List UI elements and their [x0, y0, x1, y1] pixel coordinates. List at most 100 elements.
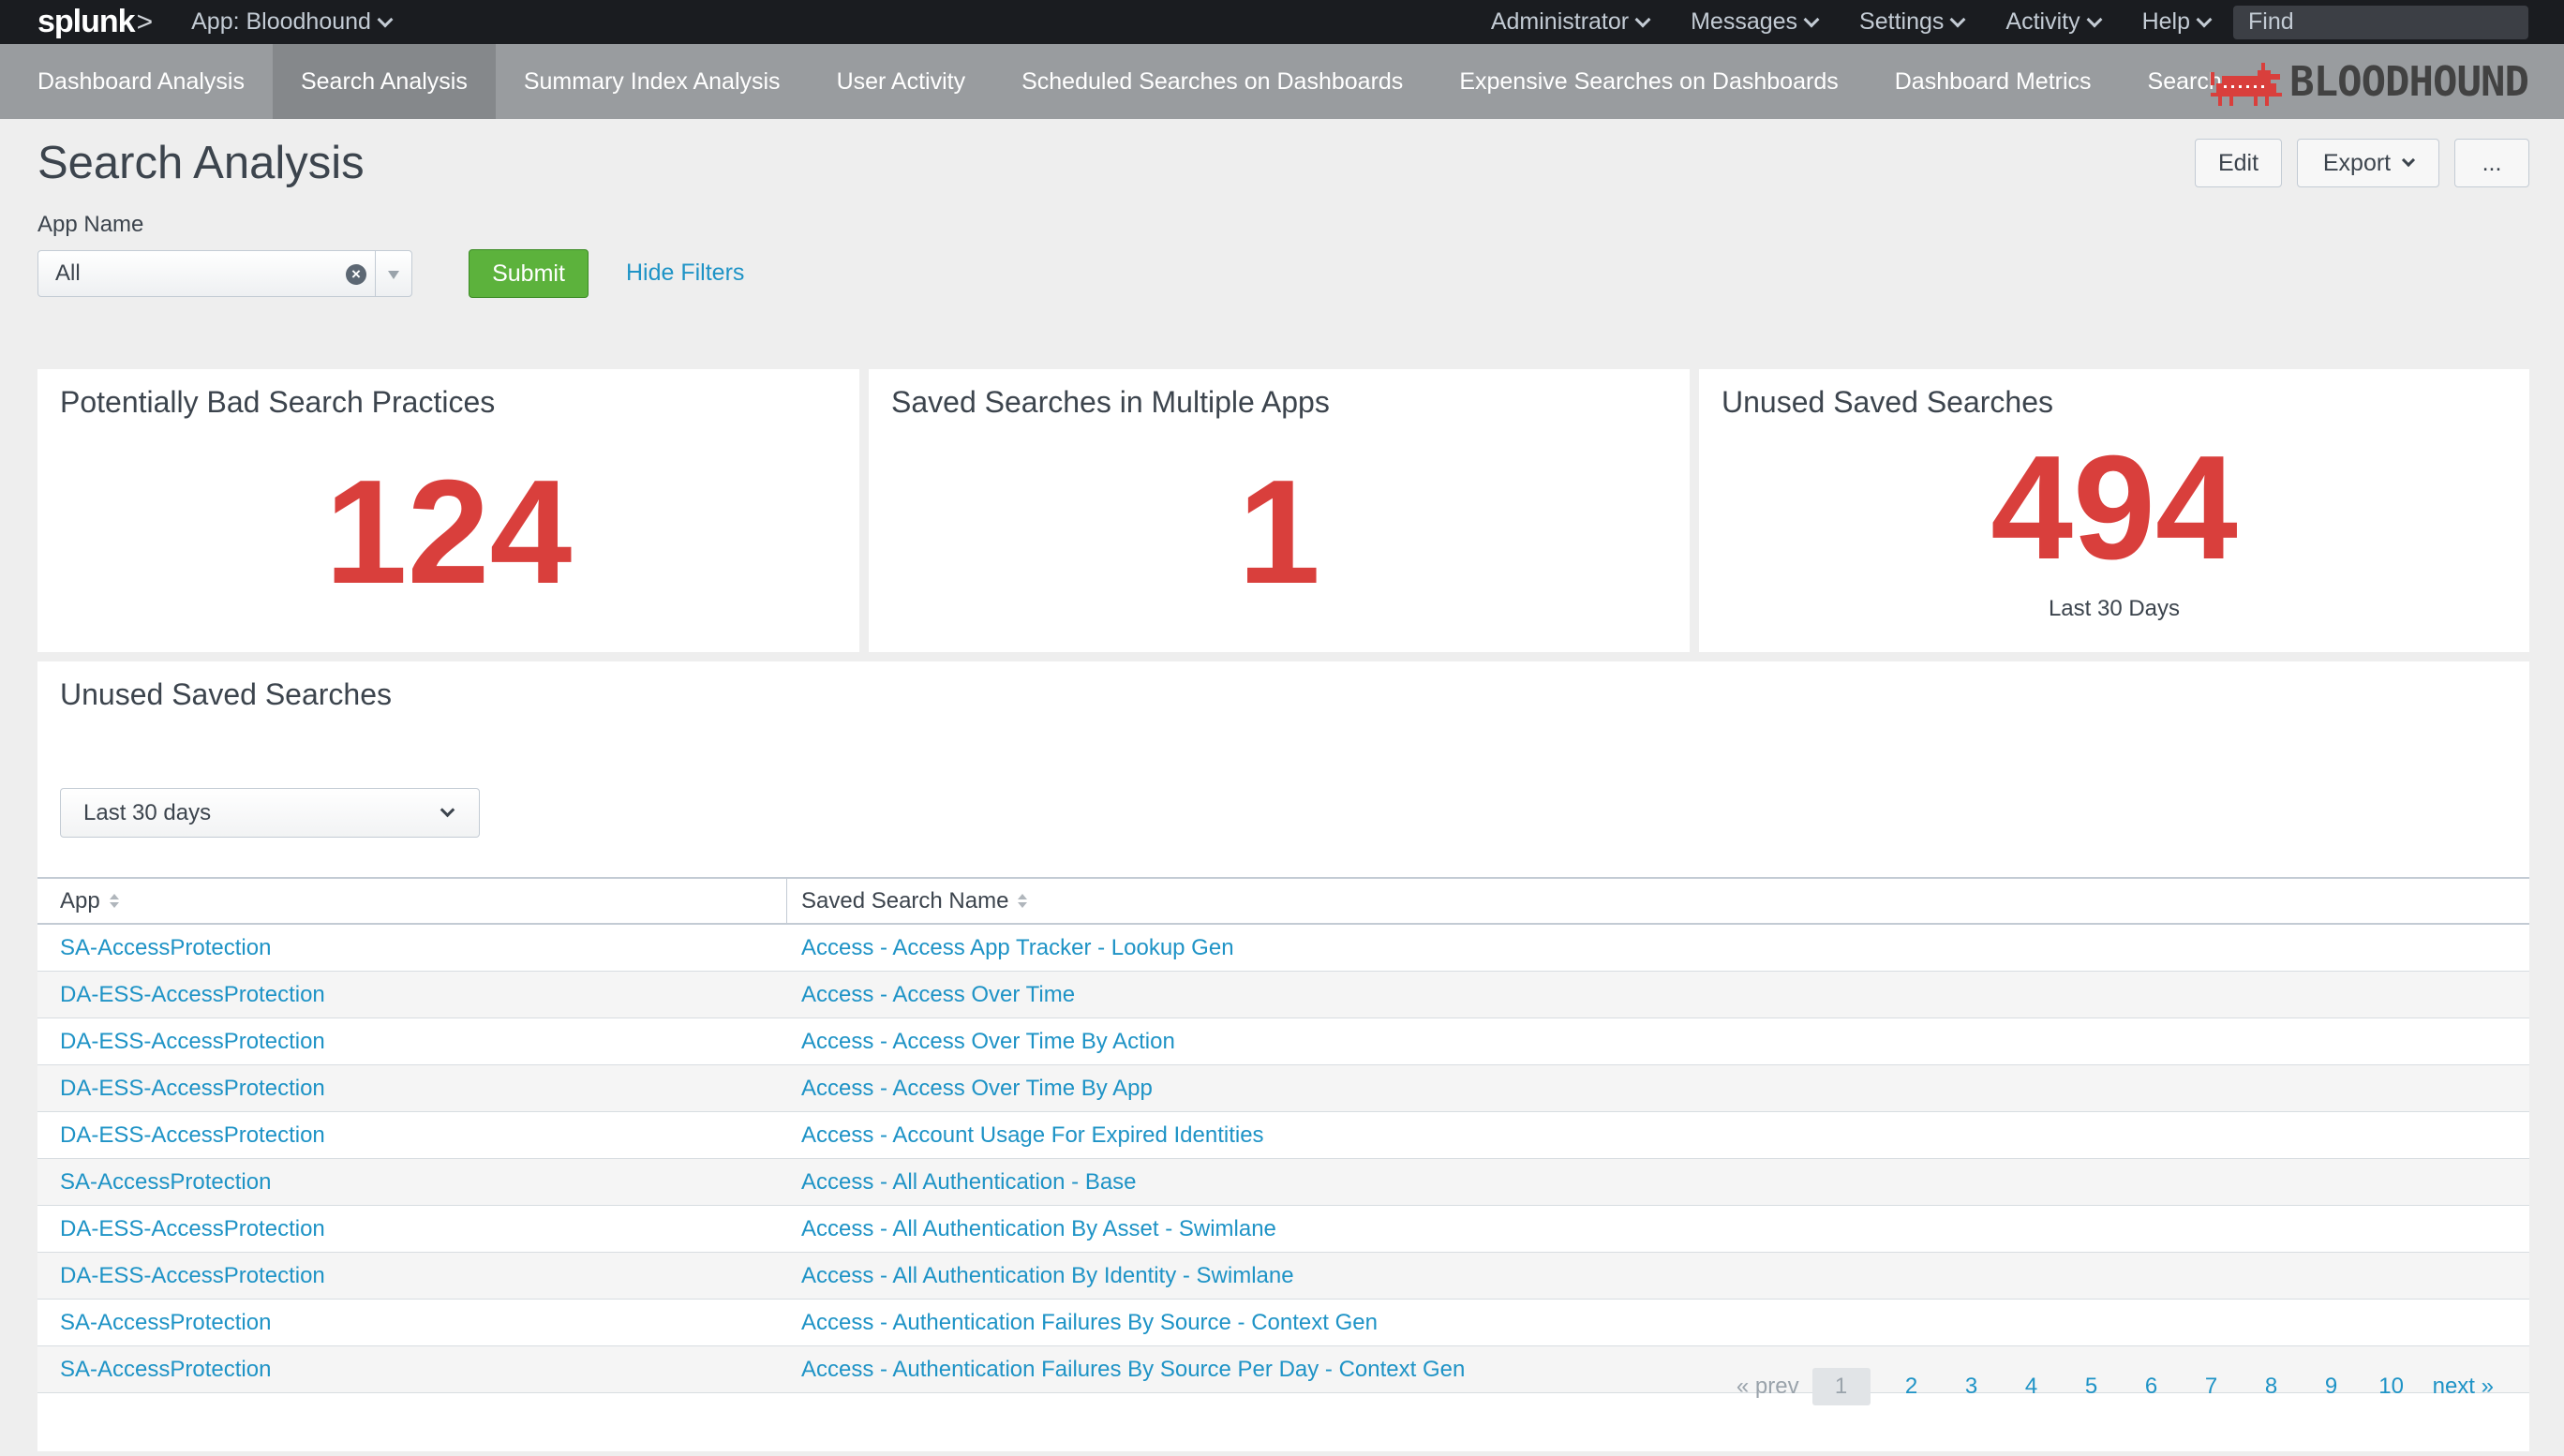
cell-saved-search-name[interactable]: Access - Account Usage For Expired Ident…	[787, 1112, 2529, 1158]
page-2-button[interactable]: 2	[1893, 1368, 1930, 1405]
chevron-down-icon	[440, 802, 455, 818]
prev-page-button[interactable]: « prev	[1737, 1368, 1799, 1405]
pagination: « prev 1 2 3 4 5 6 7 8 9 10 next »	[1714, 1368, 2494, 1405]
cell-app[interactable]: DA-ESS-AccessProtection	[37, 1206, 787, 1252]
panel-title: Saved Searches in Multiple Apps	[891, 385, 1330, 419]
cell-app[interactable]: DA-ESS-AccessProtection	[37, 1253, 787, 1299]
single-value[interactable]: 124	[37, 457, 859, 607]
cell-app[interactable]: DA-ESS-AccessProtection	[37, 1065, 787, 1111]
app-name-value: All	[55, 260, 81, 286]
chevron-down-icon	[1634, 11, 1651, 27]
cell-saved-search-name[interactable]: Access - Access Over Time	[787, 972, 2529, 1018]
table-row: DA-ESS-AccessProtection Access - All Auth…	[37, 1206, 2529, 1253]
page-9-button[interactable]: 9	[2313, 1368, 2350, 1405]
page-6-button[interactable]: 6	[2133, 1368, 2170, 1405]
export-button[interactable]: Export	[2297, 139, 2439, 187]
chevron-down-icon	[377, 11, 394, 27]
nav-scheduled-searches-on-dashboards[interactable]: Scheduled Searches on Dashboards	[993, 44, 1431, 119]
brand-text: BLOODHOUND	[2289, 57, 2529, 106]
panel-saved-searches-multiple-apps: Saved Searches in Multiple Apps 1	[869, 369, 1690, 652]
cell-saved-search-name[interactable]: Access - Access Over Time By App	[787, 1065, 2529, 1111]
page-1-button[interactable]: 1	[1811, 1368, 1871, 1405]
bloodhound-dog-icon	[2211, 63, 2283, 106]
nav-summary-index-analysis[interactable]: Summary Index Analysis	[496, 44, 809, 119]
chevron-down-icon	[2196, 11, 2213, 27]
cell-app[interactable]: DA-ESS-AccessProtection	[37, 1112, 787, 1158]
cell-saved-search-name[interactable]: Access - All Authentication - Base	[787, 1159, 2529, 1205]
cell-saved-search-name[interactable]: Access - Access App Tracker - Lookup Gen	[787, 925, 2529, 971]
menu-messages[interactable]: Messages	[1691, 8, 1820, 36]
cell-saved-search-name[interactable]: Access - Access Over Time By Action	[787, 1018, 2529, 1064]
find-input[interactable]	[2233, 5, 2528, 39]
table-row: DA-ESS-AccessProtection Access - Access O…	[37, 972, 2529, 1018]
nav-expensive-searches-on-dashboards[interactable]: Expensive Searches on Dashboards	[1431, 44, 1866, 119]
page-3-button[interactable]: 3	[1953, 1368, 1990, 1405]
page-title: Search Analysis	[37, 138, 365, 188]
select-divider	[375, 251, 376, 296]
column-header-label: Saved Search Name	[801, 887, 1009, 914]
cell-app[interactable]: SA-AccessProtection	[37, 1300, 787, 1345]
panel-unused-saved-searches-table: Unused Saved Searches Last 30 days App S…	[37, 661, 2529, 1451]
time-range-picker[interactable]: Last 30 days	[60, 788, 480, 838]
more-actions-button[interactable]: ...	[2454, 139, 2529, 187]
dropdown-arrow-icon[interactable]	[388, 271, 399, 279]
chevron-down-icon	[1803, 11, 1820, 27]
menu-settings[interactable]: Settings	[1859, 8, 1966, 36]
edit-button[interactable]: Edit	[2195, 139, 2282, 187]
page-4-button[interactable]: 4	[2013, 1368, 2050, 1405]
menu-activity[interactable]: Activity	[2005, 8, 2103, 36]
column-header-app[interactable]: App	[37, 879, 787, 923]
cell-app[interactable]: DA-ESS-AccessProtection	[37, 1018, 787, 1064]
chevron-down-icon	[1949, 11, 1966, 27]
table-body: SA-AccessProtection Access - Access App T…	[37, 925, 2529, 1393]
bloodhound-logo: BLOODHOUND	[2209, 55, 2529, 108]
cell-app[interactable]: DA-ESS-AccessProtection	[37, 972, 787, 1018]
column-header-label: App	[60, 887, 100, 914]
clear-icon[interactable]: ×	[346, 264, 366, 285]
single-value[interactable]: 1	[869, 457, 1690, 607]
nav-search-analysis[interactable]: Search Analysis	[272, 44, 496, 119]
menu-administrator[interactable]: Administrator	[1491, 8, 1651, 36]
single-value[interactable]: 494	[1699, 433, 2529, 583]
cell-saved-search-name[interactable]: Access - All Authentication By Asset - S…	[787, 1206, 2529, 1252]
page-8-button[interactable]: 8	[2253, 1368, 2290, 1405]
app-name-select[interactable]: All ×	[37, 250, 412, 297]
submit-button[interactable]: Submit	[469, 249, 589, 298]
logo-chevron: >	[136, 6, 154, 37]
logo-text: splunk	[37, 4, 136, 39]
cell-app[interactable]: SA-AccessProtection	[37, 925, 787, 971]
hide-filters-link[interactable]: Hide Filters	[626, 260, 744, 287]
app-menu[interactable]: App: Bloodhound	[191, 8, 394, 36]
panel-title: Unused Saved Searches	[60, 677, 392, 711]
panel-title: Potentially Bad Search Practices	[60, 385, 496, 419]
column-header-saved-search-name[interactable]: Saved Search Name	[787, 879, 2529, 923]
menu-label: Settings	[1859, 8, 1945, 35]
table-row: DA-ESS-AccessProtection Access - Access O…	[37, 1018, 2529, 1065]
nav-dashboard-analysis[interactable]: Dashboard Analysis	[0, 44, 273, 119]
page-7-button[interactable]: 7	[2193, 1368, 2230, 1405]
nav-dashboard-metrics[interactable]: Dashboard Metrics	[1867, 44, 2120, 119]
cell-app[interactable]: SA-AccessProtection	[37, 1159, 787, 1205]
table-header: App Saved Search Name	[37, 877, 2529, 925]
table-row: SA-AccessProtection Access - Authenticati…	[37, 1300, 2529, 1346]
results-table: App Saved Search Name SA-AccessProtectio…	[37, 877, 2529, 1393]
cell-saved-search-name[interactable]: Access - All Authentication By Identity …	[787, 1253, 2529, 1299]
menu-label: Help	[2141, 8, 2190, 35]
nav-user-activity[interactable]: User Activity	[809, 44, 994, 119]
sort-icon	[1018, 894, 1028, 908]
menu-label: Messages	[1691, 8, 1798, 35]
splunk-logo[interactable]: splunk >	[37, 4, 154, 40]
panel-title: Unused Saved Searches	[1722, 385, 2053, 419]
panel-bad-search-practices: Potentially Bad Search Practices 124	[37, 369, 859, 652]
table-row: DA-ESS-AccessProtection Access - Access O…	[37, 1065, 2529, 1112]
table-row: SA-AccessProtection Access - All Authenti…	[37, 1159, 2529, 1206]
page-10-button[interactable]: 10	[2373, 1368, 2410, 1405]
table-row: DA-ESS-AccessProtection Access - Account …	[37, 1112, 2529, 1159]
cell-saved-search-name[interactable]: Access - Authentication Failures By Sour…	[787, 1300, 2529, 1345]
page-5-button[interactable]: 5	[2073, 1368, 2110, 1405]
next-page-button[interactable]: next »	[2433, 1368, 2494, 1405]
menu-help[interactable]: Help	[2141, 8, 2213, 36]
cell-app[interactable]: SA-AccessProtection	[37, 1346, 787, 1392]
sort-icon	[109, 894, 119, 908]
top-bar: splunk > App: Bloodhound Administrator Me…	[0, 0, 2564, 44]
